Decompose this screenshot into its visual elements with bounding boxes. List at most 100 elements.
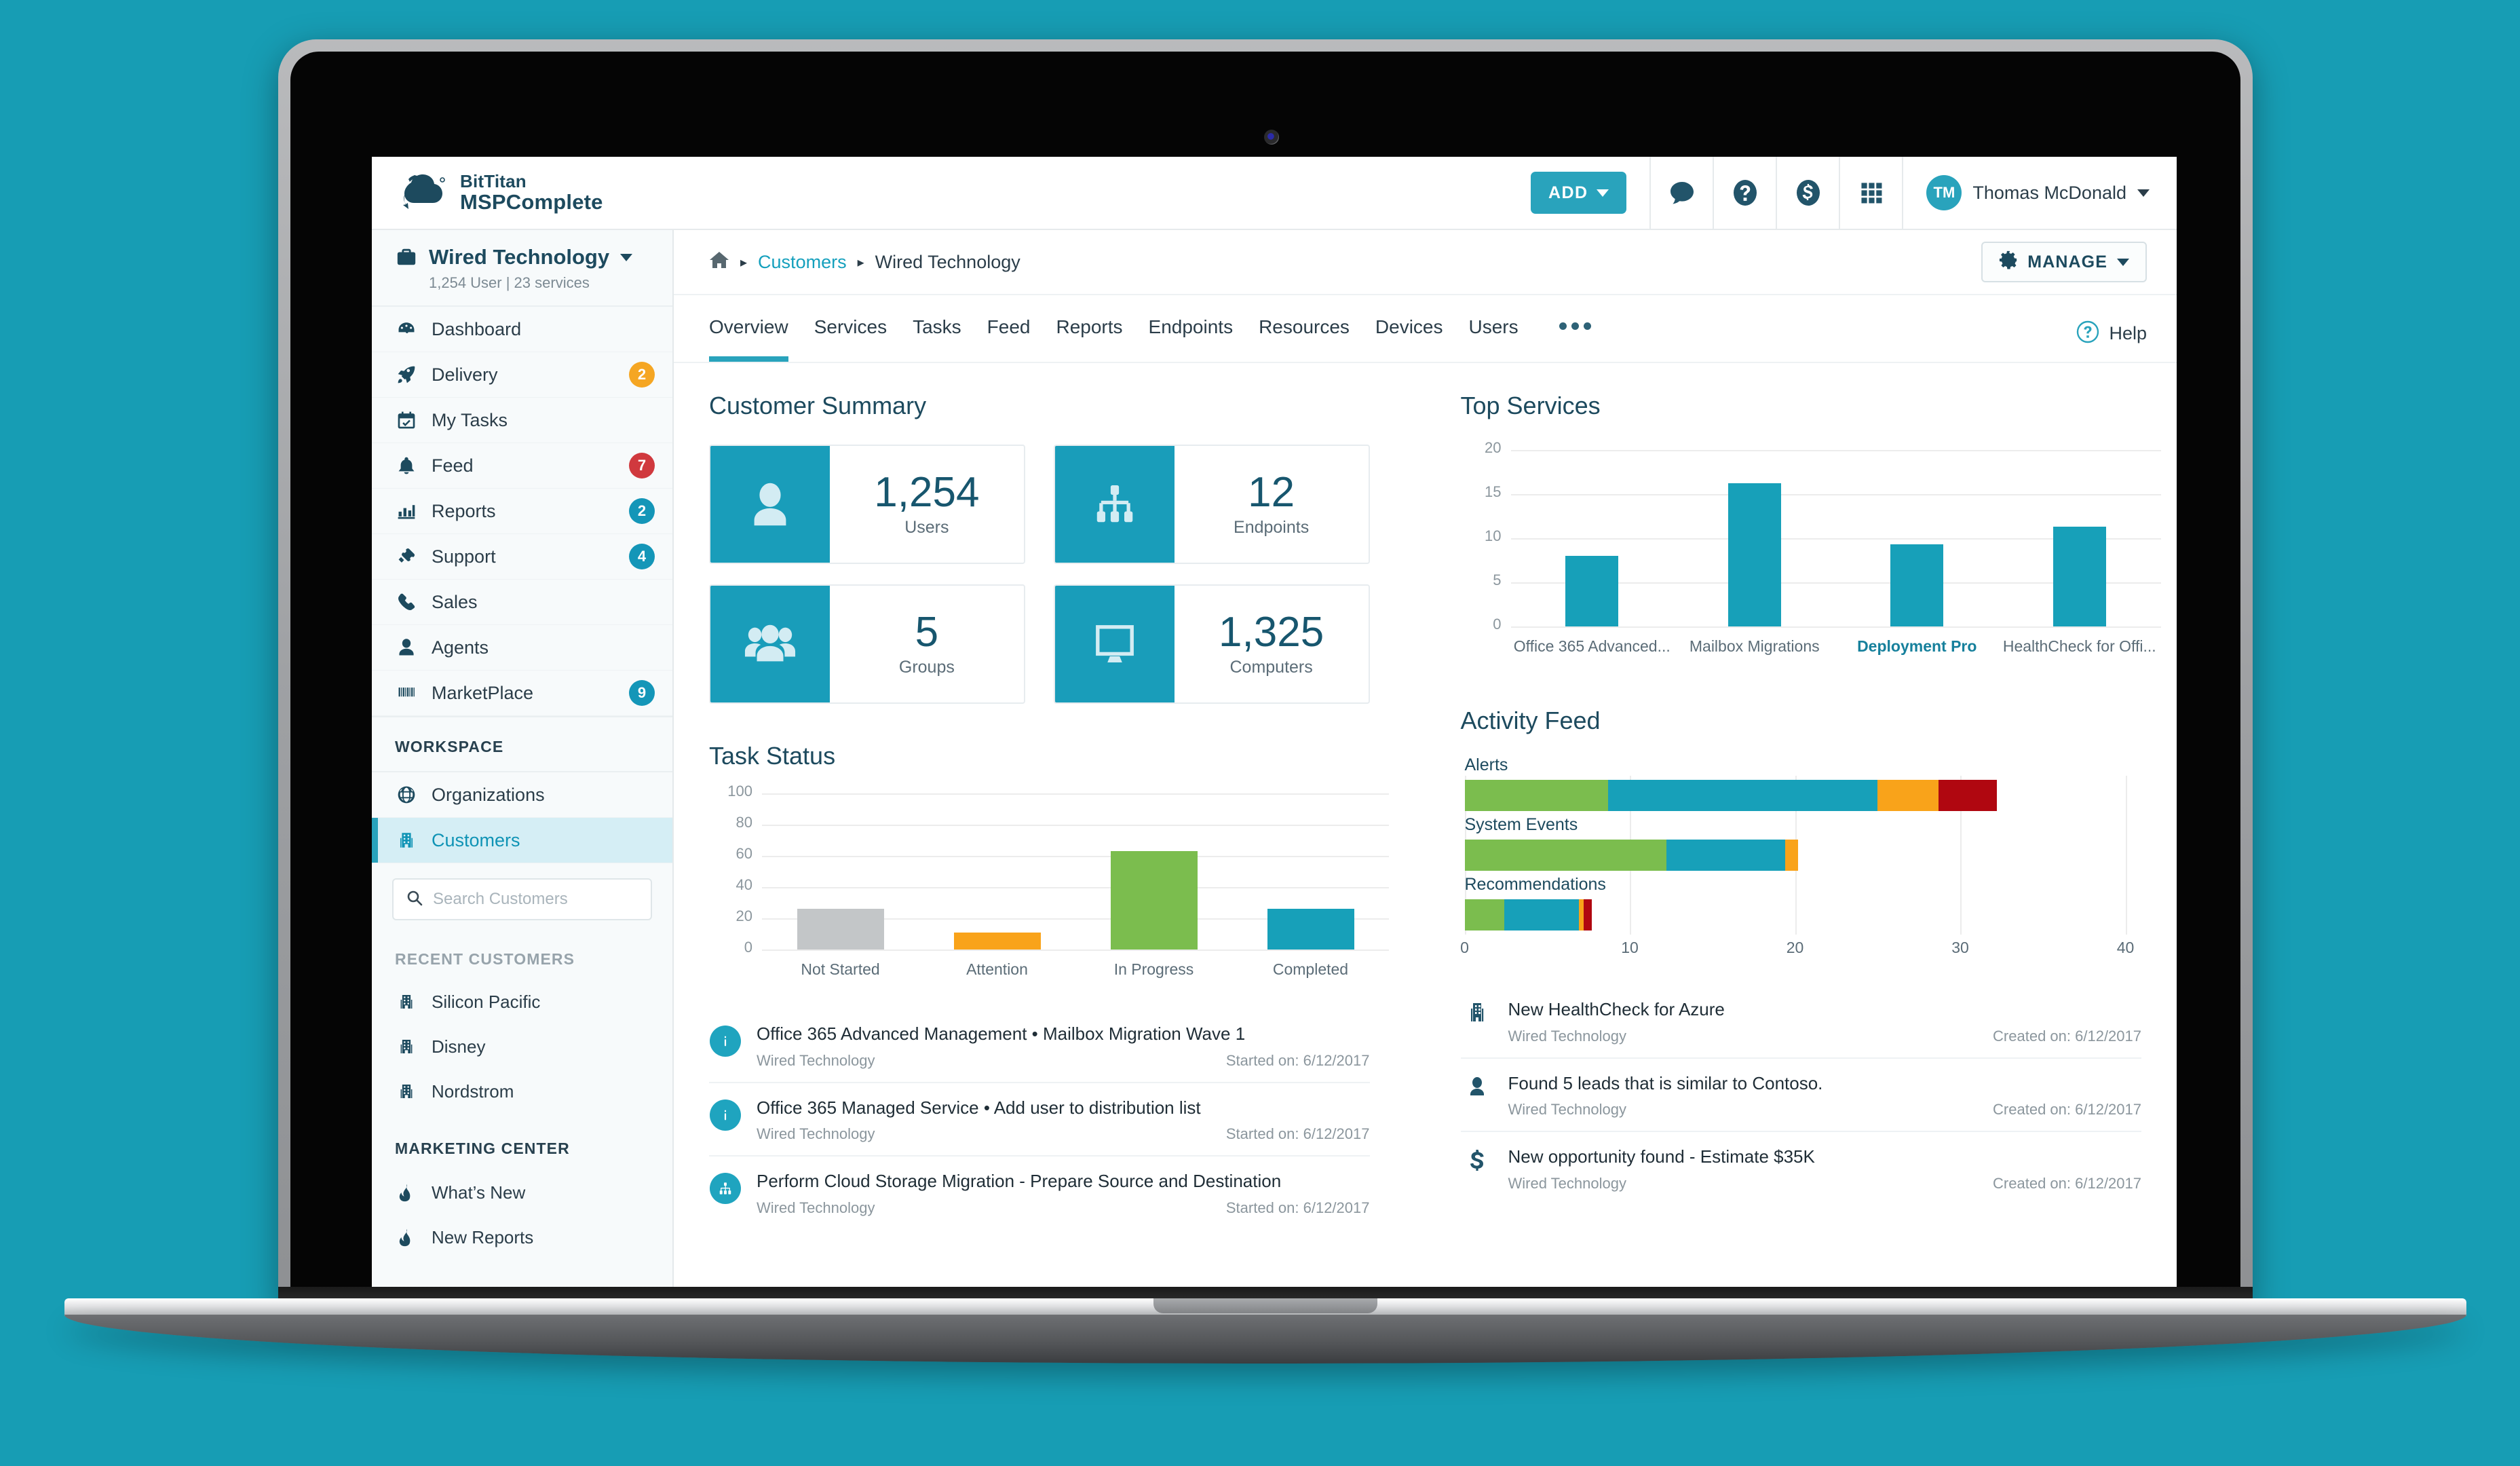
bar[interactable] (1565, 556, 1619, 626)
summary-card-groups[interactable]: 5 Groups (709, 584, 1025, 704)
sidebar-item-agents[interactable]: Agents (372, 625, 672, 671)
sidebar-item-label: Customers (432, 829, 520, 850)
summary-body: 1,254 Users (830, 446, 1024, 563)
x-axis-tick: Not Started (801, 960, 880, 978)
sidebar-item-sales[interactable]: Sales (372, 580, 672, 625)
summary-card-computers[interactable]: 1,325 Computers (1053, 584, 1370, 704)
status-badge: 9 (629, 680, 655, 706)
list-item-main: New HealthCheck for Azure Wired Technolo… (1508, 998, 2142, 1045)
list-item[interactable]: New HealthCheck for Azure Wired Technolo… (1461, 985, 2142, 1057)
list-item-subtitle: Wired Technology (757, 1199, 875, 1216)
tab-devices[interactable]: Devices (1375, 295, 1443, 362)
bar-segment[interactable] (1504, 899, 1579, 931)
gridline (1510, 450, 2161, 451)
gridline (762, 856, 1389, 857)
bar-chart-icon (395, 501, 418, 521)
sidebar-item-support[interactable]: Support 4 (372, 534, 672, 580)
sidebar-item-customers[interactable]: Customers (372, 818, 672, 863)
tab-services[interactable]: Services (814, 295, 887, 362)
bar-segment[interactable] (1583, 899, 1592, 931)
dollar-circle-icon[interactable] (1776, 157, 1839, 229)
bar[interactable] (2053, 527, 2106, 626)
bar-segment[interactable] (1666, 840, 1785, 871)
building-icon (395, 1083, 418, 1100)
bar[interactable] (1267, 909, 1354, 950)
bar-category-label: Alerts (1464, 755, 1508, 774)
home-icon[interactable] (709, 250, 729, 274)
list-item-main: Office 365 Managed Service • Add user to… (757, 1097, 1370, 1144)
top-services-title: Top Services (1460, 392, 1601, 419)
add-button[interactable]: ADD (1531, 172, 1627, 214)
sidebar-item-delivery[interactable]: Delivery 2 (372, 352, 672, 398)
chevron-down-icon (1597, 189, 1609, 197)
list-item[interactable]: Perform Cloud Storage Migration - Prepar… (709, 1155, 1370, 1229)
summary-card-users[interactable]: 1,254 Users (709, 445, 1025, 564)
sidebar-item-feed[interactable]: Feed 7 (372, 443, 672, 489)
marketing-item-whats-new[interactable]: What’s New (372, 1170, 672, 1215)
laptop-base (64, 1298, 2466, 1370)
list-item[interactable]: Office 365 Advanced Management • Mailbox… (709, 1009, 1370, 1082)
bar-segment[interactable] (1939, 780, 1997, 811)
bar[interactable] (1110, 851, 1198, 950)
bar[interactable] (797, 909, 884, 950)
bar-segment[interactable] (1877, 780, 1939, 811)
tab-resources[interactable]: Resources (1259, 295, 1350, 362)
recent-customer-disney[interactable]: Disney (372, 1024, 672, 1069)
bar-segment[interactable] (1608, 780, 1878, 811)
list-item[interactable]: New opportunity found - Estimate $35K Wi… (1460, 1131, 2141, 1205)
summary-label: Groups (898, 658, 955, 677)
sidebar-item-label: Reports (432, 500, 496, 521)
y-axis-tick: 100 (727, 783, 752, 800)
bar-segment[interactable] (1464, 840, 1666, 871)
bar-segment[interactable] (1578, 899, 1584, 931)
gridline (762, 887, 1389, 888)
summary-body: 5 Groups (830, 586, 1024, 702)
tab-tasks[interactable]: Tasks (913, 295, 961, 362)
search-input[interactable] (433, 890, 638, 909)
ellipsis-icon[interactable] (1559, 295, 1591, 362)
building-icon (395, 1038, 418, 1055)
user-menu[interactable]: TM Thomas McDonald (1902, 157, 2177, 229)
list-item[interactable]: Office 365 Managed Service • Add user to… (709, 1081, 1370, 1156)
bar-segment[interactable] (1464, 780, 1609, 811)
sidebar-item-my-tasks[interactable]: My Tasks (372, 398, 672, 443)
summary-card-endpoints[interactable]: 12 Endpoints (1053, 445, 1370, 564)
search-customers-box[interactable] (392, 878, 652, 920)
sidebar-item-label: Organizations (432, 784, 545, 805)
recent-customer-nordstrom[interactable]: Nordstrom (372, 1069, 672, 1114)
brand-logo-block[interactable]: BitTitan MSPComplete (372, 172, 674, 214)
help-circle-icon (2076, 320, 2099, 347)
customer-summary-panel: Customer Summary 1,254 Users 12 Endpoint… (674, 363, 1405, 704)
bar[interactable] (1727, 483, 1781, 626)
bar[interactable] (953, 932, 1041, 950)
sidebar-item-marketplace[interactable]: MarketPlace 9 (372, 671, 672, 716)
help-link[interactable]: Help (2076, 320, 2147, 362)
tab-reports[interactable]: Reports (1056, 295, 1122, 362)
chat-bubble-icon[interactable] (1649, 157, 1713, 229)
tab-users[interactable]: Users (1469, 295, 1519, 362)
laptop-lid: BitTitan MSPComplete ADD TM Thomas McDon… (278, 39, 2253, 1310)
sidebar-item-dashboard[interactable]: Dashboard (372, 307, 672, 352)
list-item-subtitle: Wired Technology (757, 1125, 875, 1142)
marketing-item-new-reports[interactable]: New Reports (372, 1215, 672, 1260)
tab-feed[interactable]: Feed (987, 295, 1031, 362)
bar[interactable] (1890, 544, 1944, 626)
gridline (1510, 626, 2161, 628)
app-grid-icon[interactable] (1839, 157, 1902, 229)
help-circle-icon[interactable] (1713, 157, 1776, 229)
breadcrumb-link-customers[interactable]: Customers (758, 252, 847, 273)
list-item[interactable]: Found 5 leads that is similar to Contoso… (1460, 1057, 2141, 1131)
summary-grid: 1,254 Users 12 Endpoints 5 Groups 1,325 … (709, 445, 1370, 704)
tab-overview[interactable]: Overview (709, 295, 788, 362)
recent-customer-silicon-pacific[interactable]: Silicon Pacific (372, 979, 672, 1024)
page-title: Customer Summary (709, 392, 927, 419)
tab-endpoints[interactable]: Endpoints (1149, 295, 1234, 362)
gridline (762, 793, 1389, 795)
avatar: TM (1926, 175, 1962, 210)
org-switcher[interactable]: Wired Technology 1,254 User | 23 service… (372, 230, 672, 307)
bar-segment[interactable] (1784, 840, 1799, 871)
sidebar-item-organizations[interactable]: Organizations (372, 772, 672, 818)
sidebar-item-reports[interactable]: Reports 2 (372, 489, 672, 534)
bar-segment[interactable] (1464, 899, 1504, 931)
manage-button[interactable]: MANAGE (1981, 242, 2147, 282)
